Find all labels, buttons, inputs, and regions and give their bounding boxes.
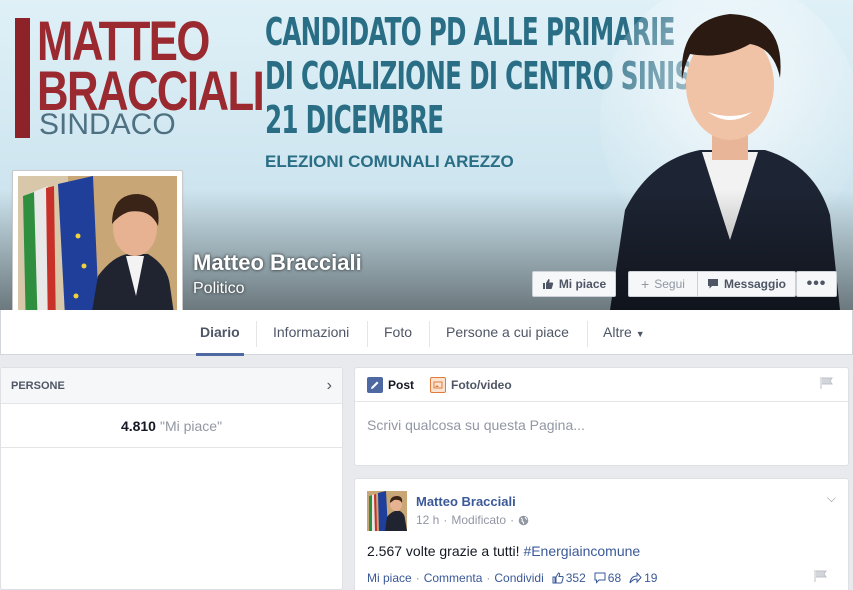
page-likes-label: "Mi piace" [159,417,223,434]
logo-line-3: SINDACO [39,108,176,141]
globe-icon[interactable] [518,515,529,526]
people-card-header[interactable]: PERSONE › [1,368,342,404]
page-category: Politico [193,280,245,297]
message-button[interactable]: Messaggio [697,271,796,297]
thumbs-up-icon [552,572,564,584]
post-share-link[interactable]: Condividi [494,571,543,585]
post-author[interactable]: Matteo Bracciali [416,494,516,509]
post-comments-count: 68 [607,571,622,585]
composer-input[interactable]: Scrivi qualcosa su questa Pagina... [355,402,848,448]
tab-informazioni[interactable]: Informazioni [269,310,353,355]
post-likes-count: 352 [565,571,586,585]
composer-tab-post-label: Post [388,377,415,392]
action-separator: · [415,571,420,585]
follow-button[interactable]: + Segui [628,271,698,297]
photo-icon [430,376,447,393]
follow-label: Segui [654,277,685,291]
page-tab-bar: Diario Informazioni Foto Persone a cui p… [0,310,853,356]
timeline-post: Matteo Bracciali 12 h · Modificato · ⌵ 2… [354,478,849,590]
flag-icon[interactable] [820,377,834,389]
like-page-button[interactable]: Mi piace [532,271,616,297]
like-page-label: Mi piace [558,277,607,291]
tab-altre[interactable]: Altre ▼ [599,310,649,355]
logo-bar [15,18,30,138]
page-name[interactable]: Matteo Bracciali [193,250,362,276]
page-likes-count: 4.810 [120,417,156,434]
page-likes-summary: 4.810 "Mi piace" [1,404,342,448]
tab-persone-a-cui-piace[interactable]: Persone a cui piace [442,310,573,355]
chevron-right-icon[interactable]: › [327,377,332,395]
thumbs-up-icon [542,279,553,289]
tab-divider [367,321,368,347]
action-separator: · [486,571,491,585]
share-icon [629,572,642,584]
post-actions: Mi piace · Commenta · Condividi 352 68 1… [367,571,657,585]
post-comment-link[interactable]: Commenta [424,571,483,585]
tab-altre-label: Altre [603,324,632,340]
post-shares-stat[interactable]: 19 [629,571,657,585]
post-text: 2.567 volte grazie a tutti! #Energiainco… [367,543,640,559]
composer-tab-photo-video-label: Foto/video [451,377,512,392]
more-options-button[interactable]: ••• [796,271,837,297]
people-card-title: PERSONE [11,379,65,392]
post-options-chevron-icon[interactable]: ⌵ [827,491,836,506]
post-comments-stat[interactable]: 68 [594,571,621,585]
post-composer: Post Foto/video Scrivi qualcosa su quest… [354,367,849,466]
caret-down-icon: ▼ [635,329,645,339]
composer-tab-photo-video[interactable]: Foto/video [430,376,512,393]
tab-divider [256,321,257,347]
post-likes-stat[interactable]: 352 [552,571,586,585]
post-shares-count: 19 [644,571,658,585]
tab-divider [429,321,430,347]
post-time[interactable]: 12 h [416,513,439,527]
post-meta: 12 h · Modificato · [416,513,529,527]
post-author-avatar[interactable] [367,491,407,531]
composer-tab-post[interactable]: Post [367,376,415,393]
post-hashtag[interactable]: #Energiaincomune [523,543,640,559]
pencil-icon [367,376,383,393]
people-card: PERSONE › 4.810 "Mi piace" [0,367,343,590]
plus-icon: + [641,276,650,292]
composer-tabs: Post Foto/video [355,368,848,402]
post-edited[interactable]: Modificato [451,513,506,527]
tab-divider [587,321,588,347]
meta-separator: · [443,513,448,527]
comment-icon [594,572,606,584]
message-icon [707,279,718,289]
post-message: 2.567 volte grazie a tutti! [367,543,520,559]
post-like-link[interactable]: Mi piace [367,571,412,585]
message-label: Messaggio [723,277,786,291]
cover-subheadline: ELEZIONI COMUNALI AREZZO [265,152,514,171]
flag-icon[interactable] [814,570,828,582]
tab-foto[interactable]: Foto [380,310,416,355]
cover-headline-3: 21 DICEMBRE [265,98,444,142]
meta-separator: · [510,513,515,527]
tab-diario[interactable]: Diario [196,310,244,356]
